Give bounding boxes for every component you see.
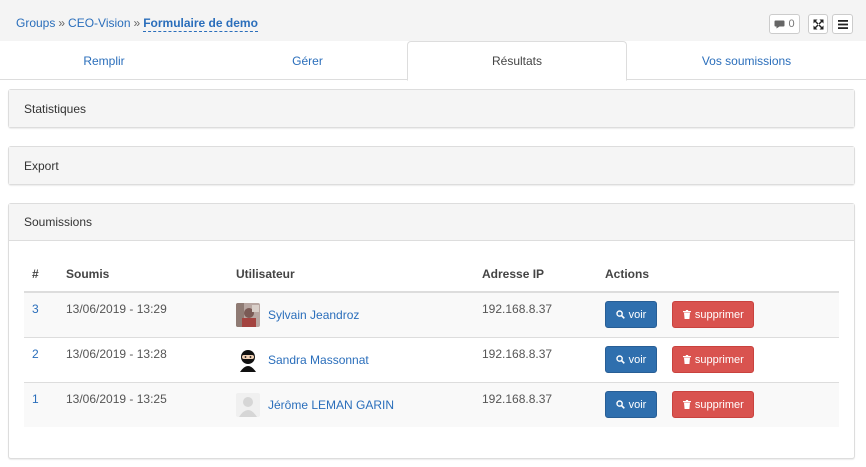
table-row: 1 13/06/2019 - 13:25 Jérôme LEMAN GARIN	[24, 381, 839, 427]
delete-button[interactable]: supprimer	[672, 346, 755, 373]
view-button[interactable]: voir	[605, 301, 657, 329]
breadcrumb-ceo-vision-link[interactable]: CEO-Vision	[68, 16, 130, 30]
column-header-submitted: Soumis	[58, 257, 228, 293]
view-button-label: voir	[628, 308, 647, 321]
table-row: 3 13/06/2019 - 13:29 Sylvain Jeandroz 19…	[24, 291, 839, 337]
tab-gerer[interactable]: Gérer	[208, 41, 407, 80]
column-header-actions: Actions	[597, 257, 839, 293]
statistics-panel-heading[interactable]: Statistiques	[9, 90, 854, 127]
comment-icon	[774, 20, 785, 28]
comments-button[interactable]: 0	[769, 14, 800, 34]
avatar	[236, 302, 260, 327]
user-cell: Sandra Massonnat	[236, 347, 474, 372]
top-bar: Groups» CEO-Vision» Formulaire de demo 0	[0, 0, 866, 41]
view-button-label: voir	[628, 353, 647, 366]
trash-icon	[682, 400, 691, 410]
breadcrumb-groups-link[interactable]: Groups	[16, 16, 55, 30]
trash-icon	[682, 310, 691, 320]
column-header-number: #	[24, 257, 58, 293]
tab-bar: Remplir Gérer Résultats Vos soumissions	[0, 41, 866, 81]
delete-button-label: supprimer	[694, 398, 744, 411]
tab-resultats[interactable]: Résultats	[407, 41, 627, 81]
table-row: 2 13/06/2019 - 13:28 Sandra Massonnat 19…	[24, 336, 839, 382]
submissions-table: # Soumis Utilisateur Adresse IP Actions …	[24, 257, 839, 427]
tab-remplir[interactable]: Remplir	[0, 41, 208, 80]
column-header-user: Utilisateur	[228, 257, 474, 293]
view-button[interactable]: voir	[605, 391, 657, 419]
statistics-panel: Statistiques	[8, 89, 855, 128]
avatar	[236, 347, 260, 372]
delete-button-label: supprimer	[694, 353, 744, 366]
user-link[interactable]: Jérôme LEMAN GARIN	[268, 398, 394, 412]
submissions-panel: Soumissions # Soumis Utilisateur Adresse…	[8, 203, 855, 459]
submission-date: 13/06/2019 - 13:29	[66, 301, 167, 316]
breadcrumb-current-page[interactable]: Formulaire de demo	[143, 16, 258, 32]
submission-id-link[interactable]: 3	[32, 302, 39, 316]
export-panel-heading[interactable]: Export	[9, 147, 854, 184]
table-header-row: # Soumis Utilisateur Adresse IP Actions	[24, 257, 839, 293]
user-link[interactable]: Sylvain Jeandroz	[268, 308, 359, 322]
ip-address: 192.168.8.37	[482, 391, 553, 406]
export-panel: Export	[8, 146, 855, 185]
view-button-label: voir	[628, 398, 647, 411]
breadcrumb-separator: »	[133, 16, 141, 30]
column-header-ip: Adresse IP	[474, 257, 597, 293]
ip-address: 192.168.8.37	[482, 346, 553, 361]
search-icon	[615, 310, 625, 320]
submission-date: 13/06/2019 - 13:25	[66, 391, 167, 406]
delete-button-label: supprimer	[694, 308, 744, 321]
search-icon	[615, 355, 625, 364]
tab-vos-soumissions[interactable]: Vos soumissions	[627, 41, 866, 80]
view-button[interactable]: voir	[605, 346, 657, 373]
trash-icon	[682, 355, 691, 364]
fullscreen-button[interactable]	[808, 14, 828, 34]
submission-id-link[interactable]: 2	[32, 347, 39, 361]
delete-button[interactable]: supprimer	[672, 301, 755, 329]
hamburger-icon	[837, 19, 848, 29]
menu-button[interactable]	[832, 14, 853, 34]
submission-id-link[interactable]: 1	[32, 392, 39, 406]
search-icon	[615, 400, 625, 410]
comments-count: 0	[788, 18, 795, 30]
submissions-panel-heading: Soumissions	[9, 204, 854, 241]
fullscreen-icon	[813, 19, 823, 29]
user-link[interactable]: Sandra Massonnat	[268, 353, 369, 367]
user-cell: Jérôme LEMAN GARIN	[236, 392, 474, 417]
breadcrumb-separator: »	[58, 16, 66, 30]
ip-address: 192.168.8.37	[482, 301, 553, 316]
user-cell: Sylvain Jeandroz	[236, 302, 474, 327]
submission-date: 13/06/2019 - 13:28	[66, 346, 167, 361]
delete-button[interactable]: supprimer	[672, 391, 755, 419]
avatar	[236, 392, 260, 417]
breadcrumb: Groups» CEO-Vision» Formulaire de demo	[16, 16, 258, 32]
